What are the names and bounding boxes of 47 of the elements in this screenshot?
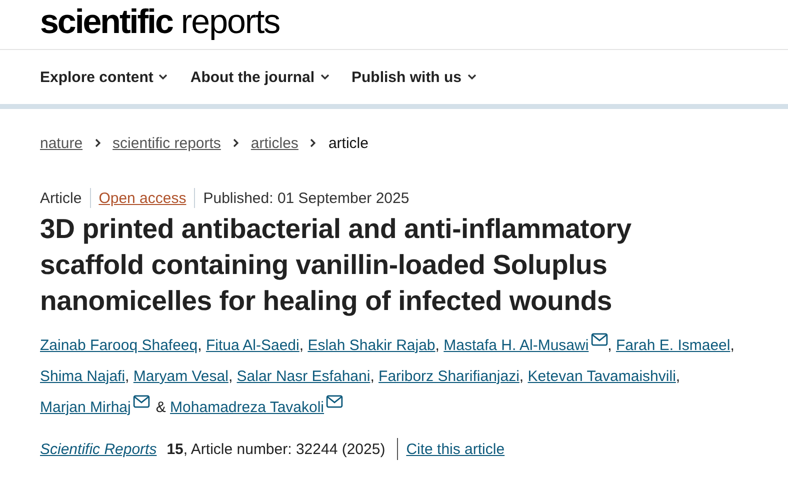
author-link[interactable]: Shima Najafi: [40, 368, 126, 385]
nav-menu-button[interactable]: Explore content: [40, 68, 168, 86]
author-separator: ,: [519, 368, 524, 385]
author-separator: ,: [676, 368, 680, 385]
author-separator: ,: [370, 368, 374, 385]
author-link[interactable]: Salar Nasr Esfahani: [236, 368, 370, 385]
article-type: Article: [40, 190, 82, 206]
article-title: 3D printed antibacterial and anti-inflammatory scaffold containing vanillin-loaded Soluplus nanomicelles for healing of infected wounds: [40, 212, 632, 318]
journal-logo[interactable]: scientific reports: [40, 0, 280, 44]
chevron-right-icon: [230, 138, 241, 148]
chevron-right-icon: [308, 138, 318, 148]
author-separator: ,: [125, 368, 130, 385]
author-separator: ,: [198, 337, 202, 354]
author-link[interactable]: Fitua Al-Saedi: [206, 337, 300, 354]
chevron-down-icon: [158, 72, 168, 82]
breadcrumb-current: article: [328, 134, 368, 152]
open-access-link[interactable]: Open access: [98, 190, 186, 206]
published-date: Published: 01 September 2025: [203, 190, 410, 206]
author-link[interactable]: Marjan Mirhaj: [40, 399, 150, 416]
breadcrumb-link[interactable]: nature: [40, 134, 83, 152]
author-link[interactable]: Ketevan Tavamaishvili: [528, 368, 676, 385]
chevron-down-icon: [320, 72, 330, 82]
author-link[interactable]: Farah E. Ismaeel: [616, 337, 730, 354]
citation-details: 15, Article number: 32244 (2025): [166, 440, 386, 458]
journal-link[interactable]: Scientific Reports: [40, 440, 157, 458]
author-separator: ,: [435, 337, 440, 354]
cite-article-link[interactable]: Cite this article: [406, 440, 505, 458]
author-link[interactable]: Fariborz Sharifianjazi: [378, 368, 520, 385]
author-link[interactable]: Maryam Vesal: [133, 368, 228, 385]
nav-menu-button[interactable]: Publish with us: [352, 68, 477, 86]
envelope-icon[interactable]: [132, 395, 150, 408]
author-separator: ,: [608, 337, 612, 354]
envelope-icon[interactable]: [326, 395, 344, 408]
author-link[interactable]: Zainab Farooq Shafeeq: [40, 337, 198, 354]
breadcrumb-link[interactable]: scientific reports: [112, 134, 221, 152]
author-link[interactable]: Mohamadreza Tavakoli: [170, 399, 344, 416]
author-separator: ,: [299, 337, 304, 354]
author-separator: ,: [730, 337, 734, 354]
chevron-right-icon: [92, 138, 103, 148]
author-link[interactable]: Mastafa H. Al-Musawi: [444, 337, 608, 354]
nav-menu-button[interactable]: About the journal: [190, 68, 330, 86]
author-separator: ,: [228, 368, 233, 385]
envelope-icon[interactable]: [590, 333, 608, 346]
chevron-down-icon: [466, 72, 477, 82]
author-separator: &: [156, 399, 166, 416]
breadcrumb-link[interactable]: articles: [250, 134, 298, 152]
author-link[interactable]: Eslah Shakir Rajab: [308, 337, 436, 354]
